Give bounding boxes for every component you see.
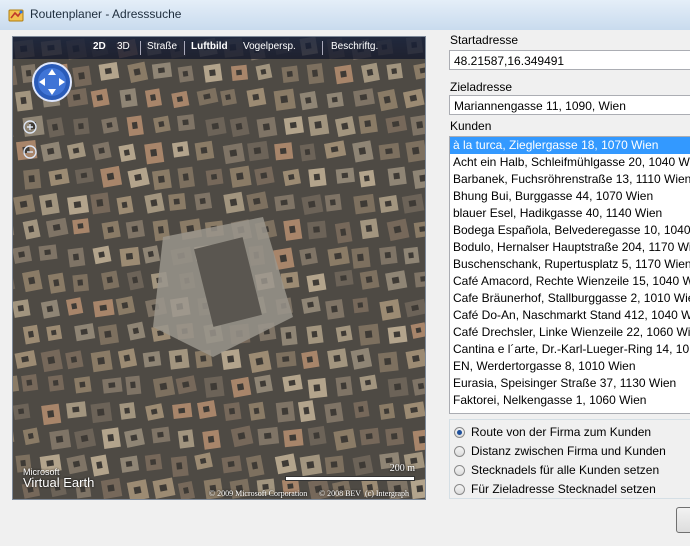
scale-label: 200 m [389,463,415,474]
list-item[interactable]: Buschenschank, Rupertusplatz 5, 1170 Wie… [450,256,690,273]
map-mode-5[interactable]: Beschriftg. [331,41,378,52]
list-item[interactable]: Bhung Bui, Burggasse 44, 1070 Wien [450,188,690,205]
list-item[interactable]: Café Amacord, Rechte Wienzeile 15, 1040 … [450,273,690,290]
customers-label: Kunden [450,119,492,133]
list-item[interactable]: Barbanek, Fuchsröhrenstraße 13, 1110 Wie… [450,171,690,188]
list-item[interactable]: Cantina e l´arte, Dr.-Karl-Lueger-Ring 1… [450,341,690,358]
list-item[interactable]: blauer Esel, Hadikgasse 40, 1140 Wien [450,205,690,222]
toolbar-separator [322,41,323,55]
map-mode-0[interactable]: 2D [93,41,106,52]
radio-checked-icon[interactable] [454,427,465,438]
list-item[interactable]: Acht ein Halb, Schleifmühlgasse 20, 1040… [450,154,690,171]
radio-unchecked-icon[interactable] [454,446,465,457]
title-bar[interactable]: Routenplaner - Adresssuche [0,0,690,31]
start-address-input[interactable]: 48.21587,16.349491 [449,50,690,70]
option-label: Distanz zwischen Firma und Kunden [471,444,666,458]
zoom-in-icon[interactable] [23,120,37,134]
toolbar-separator [140,41,141,55]
option-label: Route von der Firma zum Kunden [471,425,652,439]
destination-address-input[interactable]: Mariannengasse 11, 1090, Wien [449,95,690,115]
map-mode-3[interactable]: Luftbild [191,41,228,52]
list-item[interactable]: Café Drechsler, Linke Wienzeile 22, 1060… [450,324,690,341]
copyright-microsoft: © 2009 Microsoft Corporation [209,489,308,498]
virtual-earth-logo: Microsoft Virtual Earth [23,467,94,490]
map-mode-4[interactable]: Vogelpersp. [243,41,296,52]
list-item[interactable]: Eurasia, Speisinger Straße 37, 1130 Wien [450,375,690,392]
copyright-intergraph: (c) Intergraph [365,489,410,498]
map-mode-2[interactable]: Straße [147,41,177,52]
copyright-bev: © 2008 BEV [319,489,362,498]
list-item[interactable]: Café Do-An, Naschmarkt Stand 412, 1040 W… [450,307,690,324]
option-label: Stecknadels für alle Kunden setzen [471,463,660,477]
list-item[interactable]: Faktorei, Nelkengasse 1, 1060 Wien [450,392,690,409]
window-title: Routenplaner - Adresssuche [30,7,182,21]
app-icon [8,9,24,22]
list-item[interactable]: EN, Werdertorgasse 8, 1010 Wien [450,358,690,375]
logo-line-2: Virtual Earth [23,475,95,490]
toolbar-separator [184,41,185,55]
list-item[interactable]: Cafe Bräunerhof, Stallburggasse 2, 1010 … [450,290,690,307]
client-area: 2D 3D Straße Luftbild Vogelpersp. Beschriftg.… [0,30,690,546]
zoom-out-icon[interactable] [23,145,37,159]
map-toolbar: 2D 3D Straße Luftbild Vogelpersp. Beschriftg. [13,37,425,59]
list-item[interactable]: à la turca, Zieglergasse 18, 1070 Wien [450,137,690,154]
start-address-label: Startadresse [450,33,519,47]
list-item[interactable]: Bodulo, Hernalser Hauptstraße 204, 1170 … [450,239,690,256]
dialog-button[interactable] [676,507,690,533]
option-label: Für Zieladresse Stecknadel setzen [471,482,656,496]
map-view[interactable]: 2D 3D Straße Luftbild Vogelpersp. Beschriftg.… [12,36,426,500]
list-item[interactable]: Bodega Española, Belvederegasse 10, 1040… [450,222,690,239]
radio-unchecked-icon[interactable] [454,484,465,495]
customers-listbox[interactable]: à la turca, Zieglergasse 18, 1070 Wien Ac… [449,136,690,414]
aerial-imagery[interactable] [13,37,425,499]
scale-bar [285,476,415,481]
pan-compass-icon[interactable] [31,61,73,103]
route-planner-window: Routenplaner - Adresssuche 2D 3D Straße Luf… [0,0,690,546]
radio-unchecked-icon[interactable] [454,465,465,476]
map-mode-1[interactable]: 3D [117,41,130,52]
options-group: Route von der Firma zum Kunden Distanz zw… [449,419,690,499]
destination-address-label: Zieladresse [450,80,513,94]
